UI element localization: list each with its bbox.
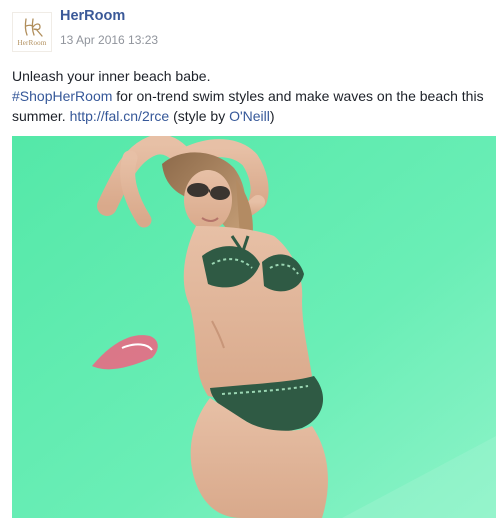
- post-text-line-2: #ShopHerRoom for on-trend swim styles an…: [12, 86, 488, 126]
- avatar-brand-text: HerRoom: [17, 39, 47, 47]
- beach-model-photo-image: [12, 136, 496, 518]
- post-photo[interactable]: [12, 136, 496, 518]
- page-name-link[interactable]: HerRoom: [60, 8, 125, 24]
- post-timestamp[interactable]: 13 Apr 2016 13:23: [60, 33, 158, 47]
- style-prefix-text: (style by: [169, 108, 230, 124]
- hashtag-link[interactable]: #ShopHerRoom: [12, 88, 112, 104]
- style-suffix-text: ): [269, 108, 275, 124]
- brand-link[interactable]: O'Neill: [229, 108, 270, 124]
- page-avatar[interactable]: HerRoom: [12, 12, 52, 52]
- url-link[interactable]: http://fal.cn/2rce: [70, 108, 170, 124]
- post-text: Unleash your inner beach babe. #ShopHerR…: [12, 66, 488, 126]
- herroom-logo-icon: [24, 18, 43, 37]
- facebook-post: HerRoom HerRoom 13 Apr 2016 13:23 Unleas…: [0, 0, 496, 518]
- post-text-line-1: Unleash your inner beach babe.: [12, 68, 211, 84]
